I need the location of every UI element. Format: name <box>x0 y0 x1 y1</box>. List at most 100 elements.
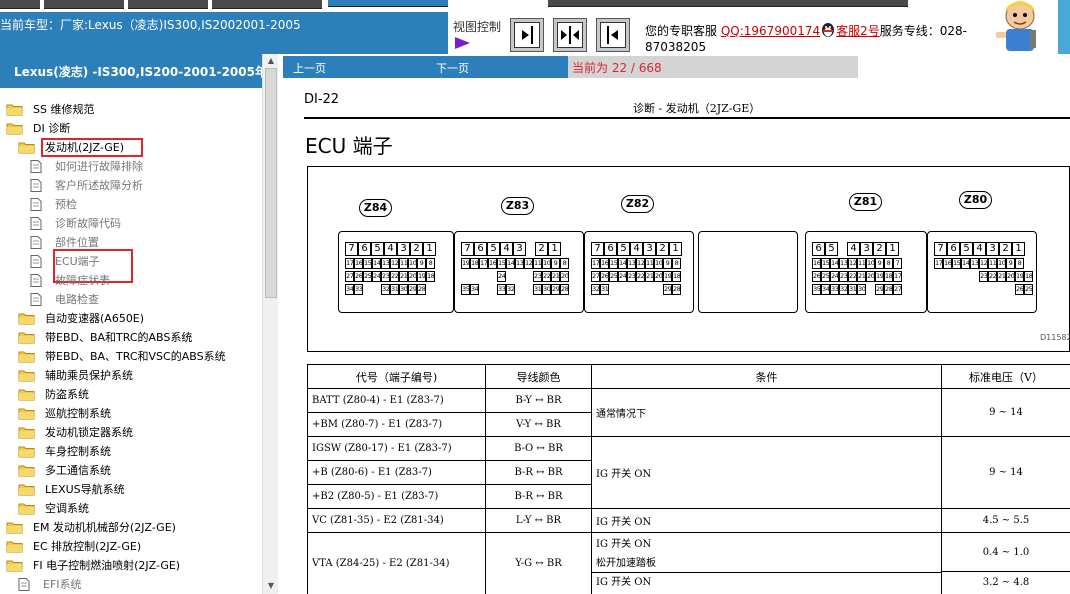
condition-cell: IG 开关 ON <box>591 508 942 533</box>
connector-pin: 3 <box>397 242 410 256</box>
connector-pin: 2 <box>410 242 423 256</box>
tree-folder-item[interactable]: 多工通信系统 <box>0 461 262 480</box>
tree-doc-item[interactable]: EFI系统 <box>0 575 262 594</box>
connector-pin: 20 <box>408 271 417 282</box>
tree-folder-item[interactable]: 辅助乘员保护系统 <box>0 366 262 385</box>
scroll-up-icon[interactable]: ▲ <box>266 56 276 66</box>
top-tab-4[interactable] <box>212 0 322 9</box>
view-flag-icon[interactable] <box>453 36 471 50</box>
connector-body: 7 6 5 4 3 2 1 17 16 15 14 13 12 11 10 9 8 27 26 25 24 23 22 21 2… <box>338 231 454 313</box>
tree-folder-item[interactable]: EM 发动机机械部分(2JZ-GE) <box>0 518 262 537</box>
top-tab-1[interactable] <box>0 0 40 9</box>
tree-doc-item[interactable]: 故障症状表 <box>0 271 262 290</box>
connector-pin: 31 <box>390 284 399 295</box>
connector-pin: 16 <box>600 258 609 269</box>
connector-pin: 7 <box>591 242 604 256</box>
folder-icon <box>6 123 23 135</box>
qq-penguin-icon[interactable] <box>820 22 836 38</box>
connector-pin-row: 26 25 <box>934 284 1033 295</box>
connector-pin-gap <box>636 284 645 295</box>
connector-pin-gap <box>997 284 1006 295</box>
connector-label: Z81 <box>849 193 882 211</box>
manual-tree: SS 维修规范 DI 诊断 发动机(2JZ-GE) 如何进行故障排除客户所述故障分析预… <box>0 100 262 594</box>
connector-pin-row: 19 18 17 16 15 14 13 12 11 10 9 8 <box>461 258 569 269</box>
ecu-terminal-table: 代号（端子编号) 导线颜色 条件 标准电压（V） BATT (Z80-4) - … <box>307 364 1070 594</box>
tree-folder-item[interactable]: 巡航控制系统 <box>0 404 262 423</box>
connector-pin-gap <box>363 284 372 295</box>
connector-pin: 25 <box>609 271 618 282</box>
tree-doc-item[interactable]: 客户所述故障分析 <box>0 176 262 195</box>
right-edge-tab[interactable] <box>1056 0 1070 54</box>
connector-pin: 28 <box>417 284 426 295</box>
scroll-down-icon[interactable]: ▼ <box>266 581 276 591</box>
connector-pin: 26 <box>812 271 821 282</box>
tree-item-label: 故障症状表 <box>55 274 110 287</box>
connector-pin: 22 <box>848 271 857 282</box>
tree-doc-item[interactable]: ECU端子 <box>0 249 262 283</box>
tree-doc-item[interactable]: 如何进行故障排除 <box>0 157 262 176</box>
connector-pin: 11 <box>399 258 408 269</box>
top-tab-2[interactable] <box>44 0 124 9</box>
connector-pin: 13 <box>839 258 848 269</box>
connector-pin: 8 <box>560 258 569 269</box>
sidebar-scrollbar[interactable]: ▲ ▼ <box>262 54 278 594</box>
connector-pin: 24 <box>830 271 839 282</box>
connector-pin-gap <box>515 271 524 282</box>
tree-folder-item[interactable]: 自动变速器(A650E) <box>0 309 262 328</box>
prev-page-link[interactable]: 上一页 <box>293 60 326 76</box>
connector-pin-gap <box>372 284 381 295</box>
wire-cell: B-R ↔ BR <box>485 484 592 509</box>
wire-cell: L-Y ↔ BR <box>485 508 592 533</box>
top-tab-active[interactable] <box>328 0 448 7</box>
connector-pin: 12 <box>848 258 857 269</box>
kefu-link[interactable]: 客服2号 <box>836 24 880 38</box>
tree-folder-item[interactable]: 空调系统 <box>0 499 262 518</box>
connector-pin-row: 27 26 25 24 23 22 21 20 19 18 <box>345 271 435 282</box>
tree-folder-item[interactable]: 发动机(2JZ-GE) <box>0 138 262 157</box>
connector-pin: 34 <box>821 284 830 295</box>
tree-folder-item[interactable]: EC 排放控制(2JZ-GE) <box>0 537 262 556</box>
connector-pin-row: 27 26 25 24 23 22 21 20 19 18 <box>591 271 681 282</box>
connector-pin: 7 <box>934 242 947 256</box>
connector-pin: 29 <box>875 284 884 295</box>
tree-item-label: 如何进行故障排除 <box>55 160 143 173</box>
connector-pin-gap <box>609 284 618 295</box>
connector-pin: 14 <box>372 258 381 269</box>
connector-pin-gap <box>524 284 533 295</box>
connector-pin: 2 <box>999 242 1012 256</box>
tree-folder-item[interactable]: LEXUS导航系统 <box>0 480 262 499</box>
view-right-panel-button[interactable] <box>596 18 630 52</box>
tree-folder-item[interactable]: 带EBD、BA、TRC和VSC的ABS系统 <box>0 347 262 366</box>
tree-doc-item[interactable]: 预检 <box>0 195 262 214</box>
tree-item-label: 带EBD、BA和TRC的ABS系统 <box>45 331 193 344</box>
tree-folder-item[interactable]: DI 诊断 <box>0 119 262 138</box>
tree-folder-item[interactable]: SS 维修规范 <box>0 100 262 119</box>
standard-value: 0.4 ~ 1.0 <box>942 533 1070 572</box>
tree-folder-item[interactable]: FI 电子控制燃油喷射(2JZ-GE) <box>0 556 262 575</box>
header-rule <box>304 117 1070 119</box>
next-page-link[interactable]: 下一页 <box>436 60 469 76</box>
tree-folder-item[interactable]: 发动机锁定器系统 <box>0 423 262 442</box>
top-tab-3[interactable] <box>128 0 208 9</box>
hotline-number: 87038205 <box>645 40 707 54</box>
hotline-label: 服务专线：028- <box>879 24 968 38</box>
tree-doc-item[interactable]: 电路检查 <box>0 290 262 309</box>
connector-pin: 27 <box>893 284 902 295</box>
top-tab-5[interactable] <box>548 0 908 7</box>
connector-pin: 5 <box>960 242 973 256</box>
connector-pin: 12 <box>979 258 988 269</box>
tree-folder-item[interactable]: 车身控制系统 <box>0 442 262 461</box>
view-both-panels-button[interactable] <box>553 18 587 52</box>
tree-folder-item[interactable]: 防盗系统 <box>0 385 262 404</box>
view-left-panel-button[interactable] <box>510 18 544 52</box>
tree-folder-item[interactable]: 带EBD、BA和TRC的ABS系统 <box>0 328 262 347</box>
connector-pin: 13 <box>970 258 979 269</box>
tree-doc-item[interactable]: 诊断故障代码 <box>0 214 262 233</box>
connector-pin: 8 <box>426 258 435 269</box>
connector-body: 7 6 5 4 3 2 1 17 16 15 14 13 12 11 10 9 8 23 22 21 20 19 18 26 2… <box>927 231 1037 313</box>
scrollbar-thumb[interactable] <box>265 68 277 298</box>
connector-pin: 18 <box>884 271 893 282</box>
page-navigation: 上一页 下一页 当前为 22 / 668 <box>283 56 858 78</box>
qq-link[interactable]: QQ:1967900174 <box>721 24 820 38</box>
tree-item-label: 电路检查 <box>55 293 99 306</box>
